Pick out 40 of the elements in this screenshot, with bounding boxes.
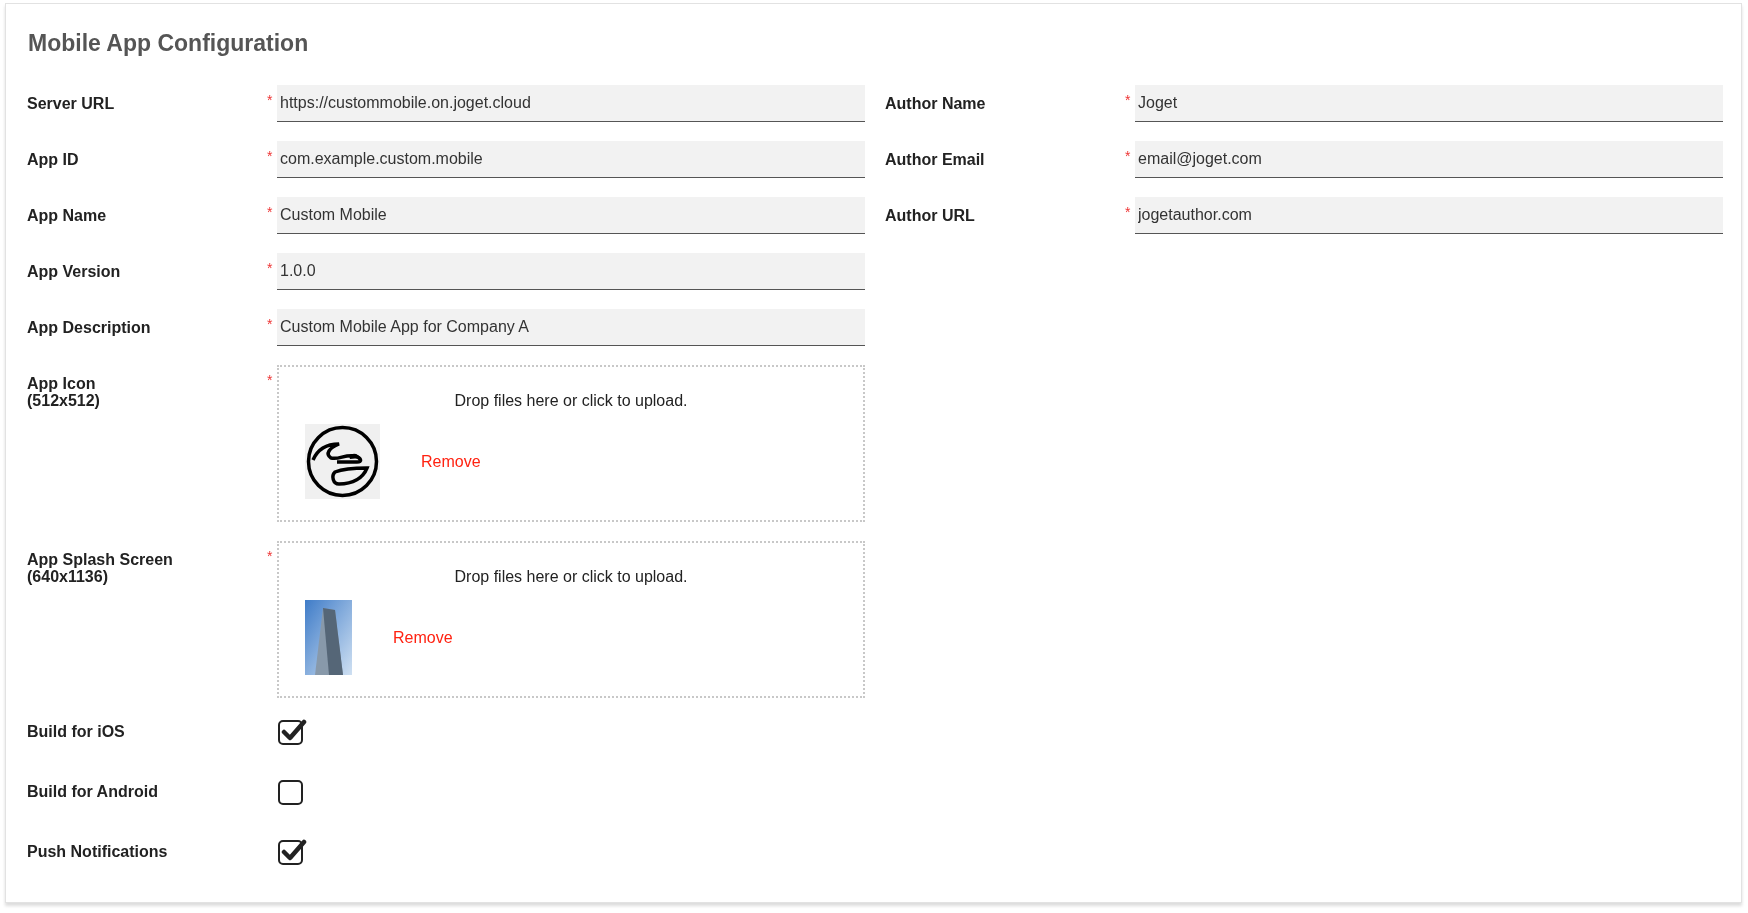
text-field[interactable]: 1.0.0 <box>277 253 865 290</box>
field-label: App Description <box>26 318 152 336</box>
required-asterisk: * <box>1125 91 1132 108</box>
required-asterisk: * <box>267 91 274 108</box>
field-label: App Version <box>26 262 122 280</box>
field-label: Build for iOS <box>26 722 126 740</box>
text-field[interactable]: Custom Mobile App for Company A <box>277 309 865 346</box>
field-label: Push Notifications <box>26 842 169 860</box>
required-asterisk: * <box>267 547 274 564</box>
field-label: App Icon (512x512) <box>26 374 101 409</box>
upload-hint: Drop files here or click to upload. <box>453 392 689 410</box>
required-asterisk: * <box>267 371 274 388</box>
upload-hint: Drop files here or click to upload. <box>453 568 689 586</box>
required-asterisk: * <box>267 259 274 276</box>
text-field[interactable]: jogetauthor.com <box>1135 197 1723 234</box>
required-asterisk: * <box>1125 203 1132 220</box>
field-label: Author Email <box>884 150 986 168</box>
field-label: Build for Android <box>26 782 159 800</box>
text-field[interactable]: Joget <box>1135 85 1723 122</box>
upload-dropzone[interactable]: Drop files here or click to upload. Remove <box>277 365 865 522</box>
required-asterisk: * <box>267 147 274 164</box>
upload-dropzone[interactable]: Drop files here or click to upload. Remove <box>277 541 865 698</box>
field-label: Author URL <box>884 206 976 224</box>
field-label: App Splash Screen (640x1136) <box>26 550 174 585</box>
required-asterisk: * <box>267 315 274 332</box>
required-asterisk: * <box>1125 147 1132 164</box>
remove-link[interactable]: Remove <box>421 452 481 471</box>
text-field[interactable]: com.example.custom.mobile <box>277 141 865 178</box>
text-field[interactable]: Custom Mobile <box>277 197 865 234</box>
field-label: Server URL <box>26 94 116 112</box>
field-label: App Name <box>26 206 108 224</box>
text-field[interactable]: https://custommobile.on.joget.cloud <box>277 85 865 122</box>
field-label: Author Name <box>884 94 987 112</box>
checkbox[interactable] <box>277 717 307 747</box>
form-title: Mobile App Configuration <box>28 30 310 57</box>
checkbox[interactable] <box>277 837 307 867</box>
remove-link[interactable]: Remove <box>393 628 453 647</box>
required-asterisk: * <box>267 203 274 220</box>
field-label: App ID <box>26 150 80 168</box>
text-field[interactable]: email@joget.com <box>1135 141 1723 178</box>
